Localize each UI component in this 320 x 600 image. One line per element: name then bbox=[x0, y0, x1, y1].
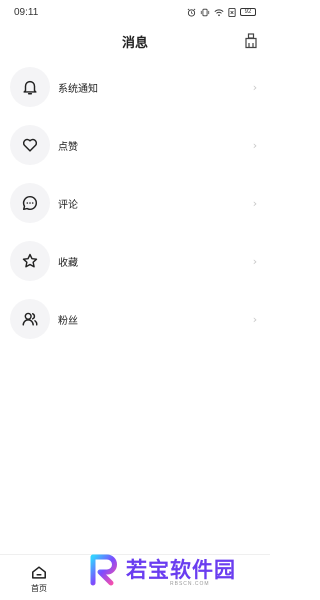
chevron-right-icon: › bbox=[252, 138, 258, 152]
watermark-text: 若宝软件园 bbox=[126, 558, 236, 582]
status-icons: 92 bbox=[187, 7, 256, 17]
message-category-list: 系统通知 › 点赞 › 评论 › 收藏 › 粉丝 › bbox=[0, 58, 270, 348]
home-icon bbox=[32, 566, 46, 579]
watermark-subtext: RBSCN.COM bbox=[170, 581, 210, 587]
list-item-label: 点赞 bbox=[58, 141, 78, 153]
list-item-favorites[interactable]: 收藏 › bbox=[0, 232, 270, 290]
battery-indicator: 92 bbox=[240, 8, 256, 16]
watermark-logo-icon bbox=[90, 554, 117, 586]
row-icon-container bbox=[10, 183, 50, 223]
vibrate-icon bbox=[200, 8, 210, 16]
list-item-likes[interactable]: 点赞 › bbox=[0, 116, 270, 174]
tab-home[interactable]: 首页 bbox=[22, 565, 56, 594]
list-item-fans[interactable]: 粉丝 › bbox=[0, 290, 270, 348]
status-time: 09:11 bbox=[14, 6, 39, 18]
list-item-label: 评论 bbox=[58, 199, 78, 211]
chevron-right-icon: › bbox=[252, 196, 258, 210]
tab-home-label: 首页 bbox=[31, 584, 47, 593]
row-icon-container bbox=[10, 299, 50, 339]
sim-icon bbox=[228, 7, 236, 17]
row-icon-container bbox=[10, 241, 50, 281]
list-item-label: 系统通知 bbox=[58, 83, 98, 95]
bell-icon bbox=[23, 80, 37, 95]
heart-icon bbox=[22, 138, 38, 152]
users-icon bbox=[22, 312, 38, 326]
page-title: 消息 bbox=[121, 35, 148, 51]
chevron-right-icon: › bbox=[252, 80, 258, 94]
row-icon-container bbox=[10, 125, 50, 165]
list-item-label: 收藏 bbox=[58, 257, 78, 269]
comment-icon bbox=[22, 195, 38, 211]
header: 消息 bbox=[0, 24, 270, 58]
alarm-icon bbox=[187, 8, 196, 17]
status-bar: 09:11 92 bbox=[0, 0, 270, 24]
list-item-system-notice[interactable]: 系统通知 › bbox=[0, 58, 270, 116]
clear-messages-button[interactable] bbox=[242, 32, 260, 50]
list-item-comments[interactable]: 评论 › bbox=[0, 174, 270, 232]
row-icon-container bbox=[10, 67, 50, 107]
list-item-label: 粉丝 bbox=[58, 315, 78, 327]
chevron-right-icon: › bbox=[252, 254, 258, 268]
wifi-icon bbox=[214, 8, 224, 16]
watermark: 若宝软件园 RBSCN.COM bbox=[88, 552, 263, 592]
broom-icon bbox=[245, 33, 257, 49]
chevron-right-icon: › bbox=[252, 312, 258, 326]
star-icon bbox=[22, 253, 38, 268]
